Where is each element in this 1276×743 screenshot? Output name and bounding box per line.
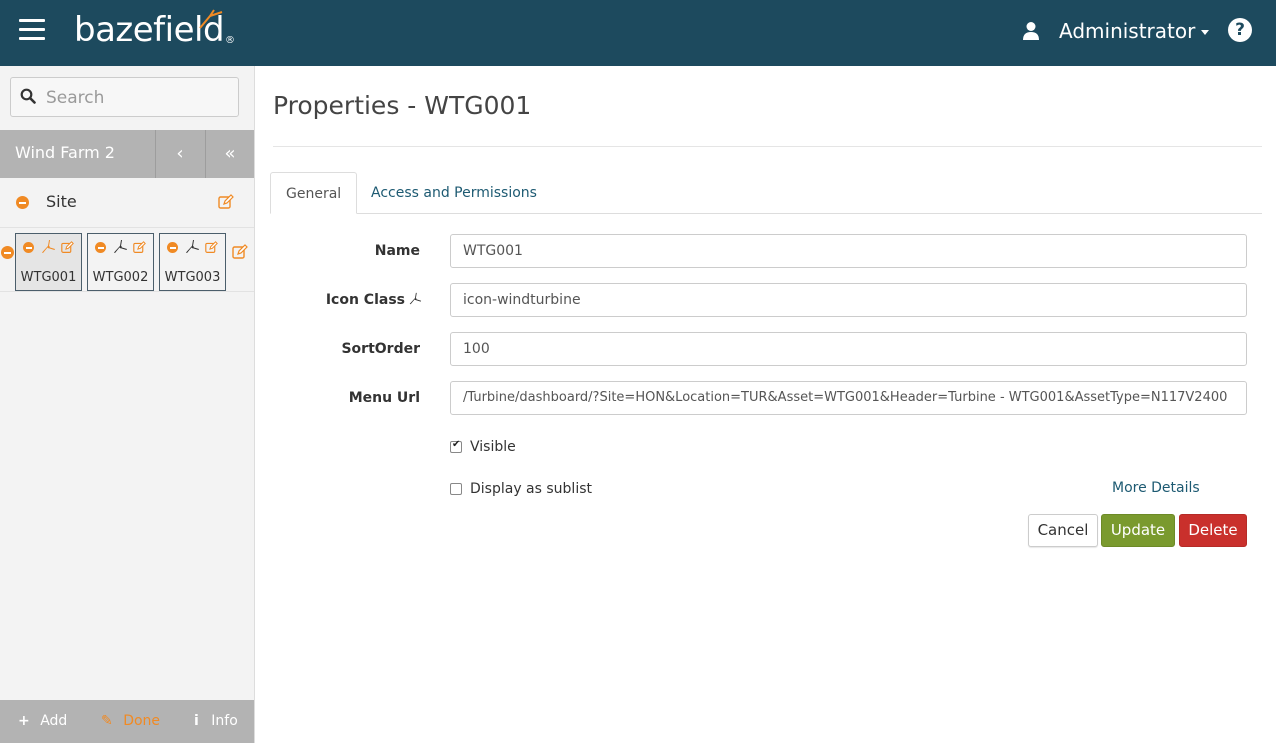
turbine-card-wtg001[interactable]: WTG001 (15, 233, 82, 291)
edit-icon[interactable] (205, 241, 218, 254)
minus-circle-icon[interactable] (16, 196, 29, 209)
info-label: Info (211, 713, 238, 729)
user-name: Administrator (1059, 19, 1196, 43)
search-icon (20, 88, 36, 104)
tab-bar: General Access and Permissions (270, 172, 1262, 214)
wind-turbine-icon (42, 240, 55, 253)
visible-checkbox[interactable] (450, 439, 462, 453)
icon-class-label: Icon Class (325, 292, 405, 308)
edit-icon[interactable] (133, 241, 146, 254)
menu-url-label: Menu Url (348, 390, 420, 406)
wind-farm-title: Wind Farm 2 (15, 143, 115, 162)
minus-circle-icon[interactable] (1, 246, 14, 259)
collapse-button[interactable]: « (205, 130, 254, 178)
tab-general[interactable]: General (270, 172, 358, 214)
wind-turbine-icon (186, 240, 199, 253)
name-label: Name (374, 243, 420, 259)
menu-url-input[interactable]: /Turbine/dashboard/?Site=HON&Location=TU… (450, 381, 1247, 415)
user-icon[interactable] (1022, 21, 1040, 41)
search-input[interactable] (46, 86, 231, 110)
question-circle-icon[interactable]: ? (1228, 18, 1252, 42)
sort-order-input[interactable]: 100 (450, 332, 1247, 366)
edit-icon[interactable] (232, 244, 248, 260)
back-button[interactable]: ‹ (155, 130, 204, 178)
turbine-name: WTG003 (164, 270, 221, 285)
search-box[interactable] (10, 77, 239, 117)
minus-circle-icon[interactable] (167, 242, 178, 253)
plus-icon: + (18, 713, 30, 729)
sort-order-label: SortOrder (341, 341, 420, 357)
name-input[interactable]: WTG001 (450, 234, 1247, 268)
wind-farm-bar: Wind Farm 2 ‹ « (0, 130, 254, 178)
site-label: Site (46, 192, 77, 211)
turbine-name: WTG002 (92, 270, 149, 285)
hamburger-icon[interactable] (19, 19, 45, 41)
add-button[interactable]: + Add (18, 713, 67, 729)
more-details-link[interactable]: More Details (1112, 480, 1200, 496)
edit-icon[interactable] (218, 194, 234, 210)
turbine-row: WTG001 WTG002 WTG003 (0, 228, 254, 292)
user-menu-dropdown[interactable]: Administrator (1059, 19, 1210, 43)
turbine-name: WTG001 (20, 270, 77, 285)
minus-circle-icon[interactable] (95, 242, 106, 253)
tab-access-and-permissions[interactable]: Access and Permissions (356, 172, 552, 214)
sublist-checkbox[interactable] (450, 483, 462, 495)
done-label: Done (123, 713, 161, 729)
caret-down-icon (1201, 30, 1210, 35)
cancel-button[interactable]: Cancel (1028, 514, 1098, 547)
pencil-icon: ✎ (101, 713, 113, 729)
top-navbar: bazefield® Administrator ? (0, 0, 1276, 66)
minus-circle-icon[interactable] (23, 242, 34, 253)
sublist-label: Display as sublist (470, 481, 592, 497)
delete-button[interactable]: Delete (1179, 514, 1247, 547)
edit-icon[interactable] (61, 241, 74, 254)
sidebar: Wind Farm 2 ‹ « Site WTG001 (0, 66, 255, 743)
turbine-card-wtg002[interactable]: WTG002 (87, 233, 154, 291)
update-button[interactable]: Update (1101, 514, 1175, 547)
turbine-card-wtg003[interactable]: WTG003 (159, 233, 226, 291)
visible-label: Visible (470, 439, 516, 455)
sidebar-footer: + Add ✎ Done i Info (0, 700, 254, 743)
icon-class-input[interactable]: icon-windturbine (450, 283, 1247, 317)
logo-registered-mark: ® (225, 35, 235, 46)
done-button[interactable]: ✎ Done (101, 713, 160, 729)
add-label: Add (40, 713, 68, 729)
wind-turbine-icon (409, 292, 422, 305)
wind-turbine-icon (114, 240, 127, 253)
info-icon: i (194, 713, 199, 729)
info-button[interactable]: i Info (194, 713, 238, 729)
page-title: Properties - WTG001 (273, 91, 532, 120)
logo-flame-icon (199, 9, 223, 29)
site-row[interactable]: Site (0, 178, 254, 228)
title-divider (273, 146, 1262, 147)
